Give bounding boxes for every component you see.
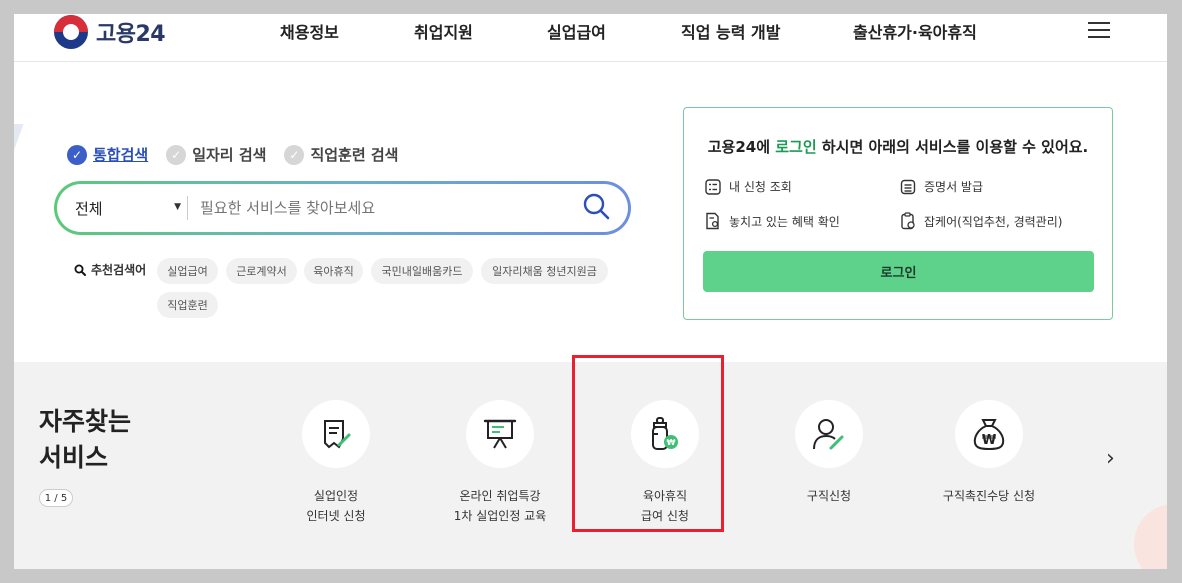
clipboard-clock-icon bbox=[901, 212, 915, 230]
money-bag-icon: ₩ bbox=[973, 419, 1005, 451]
service-card-label: 실업인정 인터넷 신청 bbox=[256, 486, 416, 526]
login-button[interactable]: 로그인 bbox=[703, 251, 1094, 292]
document-pen-icon bbox=[324, 420, 351, 449]
recommend-label: 추천검색어 bbox=[74, 261, 146, 278]
search-tabs: ✓ 통합검색 ✓ 일자리 검색 ✓ 직업훈련 검색 bbox=[67, 144, 398, 165]
search-icon[interactable] bbox=[582, 192, 610, 220]
recommend-label-text: 추천검색어 bbox=[91, 263, 147, 277]
main-nav: 채용정보 취업지원 실업급여 직업 능력 개발 출산휴가·육아휴직 bbox=[280, 19, 977, 43]
svg-text:₩: ₩ bbox=[982, 433, 997, 448]
service-card-label: 구직촉진수당 신청 bbox=[909, 486, 1069, 506]
login-panel: 고용24에 로그인 하시면 아래의 서비스를 이용할 수 있어요. 내 신청 조… bbox=[683, 107, 1113, 320]
login-msg-prefix: 고용24에 bbox=[707, 138, 776, 156]
service-icon-circle bbox=[466, 400, 534, 468]
tab-label: 통합검색 bbox=[93, 146, 149, 164]
check-circle-icon: ✓ bbox=[166, 144, 187, 165]
service-missed-benefits[interactable]: 놓치고 있는 혜택 확인 bbox=[705, 212, 840, 230]
search-bar: 전체 ▼ bbox=[54, 181, 631, 235]
section-title-line: 서비스 bbox=[39, 443, 109, 472]
check-circle-icon: ✓ bbox=[284, 144, 305, 165]
section-title-line: 자주찾는 bbox=[39, 407, 132, 436]
site-logo[interactable]: 고용24 bbox=[54, 14, 166, 50]
nav-item-jobs[interactable]: 채용정보 bbox=[280, 19, 414, 43]
service-card-online-lecture[interactable]: 온라인 취업특강 1차 실업인정 교육 bbox=[420, 400, 580, 526]
decorative-shape bbox=[14, 124, 24, 154]
service-card-line: 온라인 취업특강 bbox=[459, 489, 541, 503]
service-card-line: 1차 실업인정 교육 bbox=[453, 509, 547, 523]
service-card-job-application[interactable]: 구직신청 bbox=[749, 400, 909, 506]
service-icon-circle bbox=[795, 400, 863, 468]
tab-integrated-search[interactable]: ✓ 통합검색 bbox=[67, 144, 148, 165]
site-header: 고용24 채용정보 취업지원 실업급여 직업 능력 개발 출산휴가·육아휴직 bbox=[14, 14, 1167, 62]
taegeuk-logo-icon bbox=[54, 15, 88, 49]
hamburger-menu-icon[interactable] bbox=[1088, 22, 1110, 38]
keyword-chip[interactable]: 근로계약서 bbox=[226, 258, 297, 284]
service-label: 잡케어(직업추천, 경력관리) bbox=[924, 214, 1063, 229]
carousel-pager: 1 / 5 bbox=[39, 489, 73, 507]
service-label: 증명서 발급 bbox=[924, 180, 984, 194]
login-msg-highlight: 로그인 bbox=[775, 138, 817, 156]
service-card-job-seeking-allowance[interactable]: ₩ 구직촉진수당 신청 bbox=[909, 400, 1069, 506]
service-certificate[interactable]: 증명서 발급 bbox=[900, 178, 983, 195]
chevron-right-icon[interactable]: › bbox=[1106, 446, 1115, 471]
nav-item-job-training[interactable]: 직업 능력 개발 bbox=[681, 19, 853, 43]
search-category-value: 전체 bbox=[75, 199, 103, 218]
service-icon-circle bbox=[302, 400, 370, 468]
search-input[interactable] bbox=[188, 199, 548, 217]
keyword-chip[interactable]: 실업급여 bbox=[157, 258, 218, 284]
logo-text: 고용24 bbox=[96, 22, 166, 47]
login-message: 고용24에 로그인 하시면 아래의 서비스를 이용할 수 있어요. bbox=[684, 136, 1112, 157]
service-card-line: 구직촉진수당 신청 bbox=[942, 489, 1036, 503]
service-card-line: 인터넷 신청 bbox=[306, 509, 366, 523]
service-my-applications[interactable]: 내 신청 조회 bbox=[705, 178, 792, 195]
nav-item-parental-leave[interactable]: 출산휴가·육아휴직 bbox=[853, 19, 977, 43]
service-card-unemployment-recognition[interactable]: 실업인정 인터넷 신청 bbox=[256, 400, 416, 526]
presentation-board-icon bbox=[483, 419, 517, 449]
keyword-chip[interactable]: 일자리채움 청년지원금 bbox=[481, 258, 608, 284]
printer-icon bbox=[900, 179, 916, 194]
tab-label: 일자리 검색 bbox=[192, 146, 267, 164]
tab-label: 직업훈련 검색 bbox=[310, 146, 399, 164]
caret-down-icon: ▼ bbox=[174, 201, 181, 212]
section-title: 자주찾는 서비스 bbox=[39, 404, 159, 476]
keyword-chip[interactable]: 국민내일배움카드 bbox=[371, 258, 473, 284]
service-card-label: 구직신청 bbox=[749, 486, 909, 506]
document-search-icon bbox=[706, 212, 719, 230]
tab-job-search[interactable]: ✓ 일자리 검색 bbox=[166, 144, 266, 165]
nav-item-employment-support[interactable]: 취업지원 bbox=[414, 19, 547, 43]
service-card-label: 온라인 취업특강 1차 실업인정 교육 bbox=[420, 486, 580, 526]
person-pen-icon bbox=[813, 419, 844, 450]
service-card-line: 실업인정 bbox=[313, 489, 359, 503]
nav-item-unemployment-benefit[interactable]: 실업급여 bbox=[547, 19, 681, 43]
service-icon-circle: ₩ bbox=[955, 400, 1023, 468]
service-label: 놓치고 있는 혜택 확인 bbox=[729, 214, 840, 229]
search-bar-inner: 전체 ▼ bbox=[57, 184, 628, 232]
checklist-icon bbox=[705, 178, 721, 195]
service-card-line: 구직신청 bbox=[806, 489, 852, 503]
keyword-chip[interactable]: 육아휴직 bbox=[304, 258, 363, 284]
search-category-select[interactable]: 전체 ▼ bbox=[57, 198, 187, 219]
login-msg-suffix: 하시면 아래의 서비스를 이용할 수 있어요. bbox=[816, 138, 1089, 156]
keyword-chip[interactable]: 직업훈련 bbox=[157, 292, 218, 318]
check-circle-icon: ✓ bbox=[67, 144, 87, 165]
highlight-annotation-box bbox=[572, 355, 724, 532]
service-label: 내 신청 조회 bbox=[729, 180, 792, 194]
search-small-icon bbox=[74, 264, 86, 276]
service-jobcare[interactable]: 잡케어(직업추천, 경력관리) bbox=[900, 212, 1062, 230]
tab-training-search[interactable]: ✓ 직업훈련 검색 bbox=[284, 144, 398, 165]
